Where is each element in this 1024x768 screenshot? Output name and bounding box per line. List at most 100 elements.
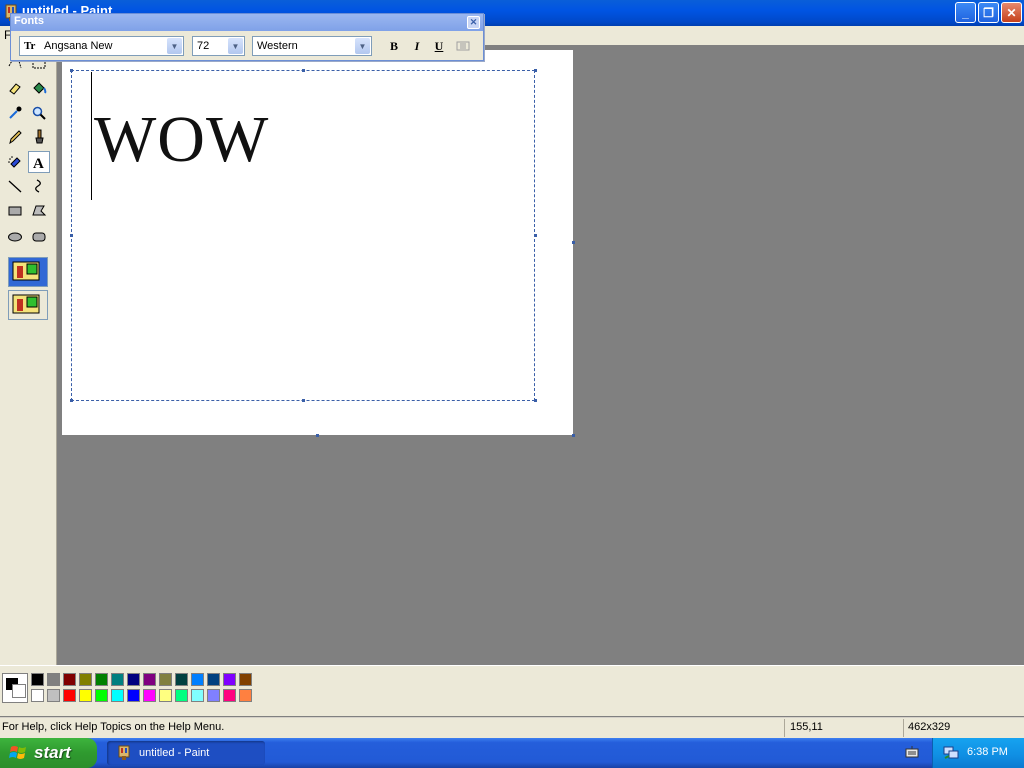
- palette-swatch[interactable]: [79, 689, 92, 702]
- vertical-text-button[interactable]: [454, 37, 472, 55]
- fonts-close-button[interactable]: ✕: [467, 16, 480, 29]
- taskbar-item-paint[interactable]: untitled - Paint: [107, 741, 265, 765]
- italic-button[interactable]: I: [408, 37, 426, 55]
- palette-swatch[interactable]: [31, 673, 44, 686]
- line-tool[interactable]: [4, 175, 26, 197]
- text-box-handle[interactable]: [70, 234, 73, 237]
- canvas-resize-handle-bottom[interactable]: [316, 434, 319, 437]
- keyboard-icon[interactable]: [905, 745, 919, 759]
- polygon-tool[interactable]: [28, 200, 50, 222]
- palette-swatch[interactable]: [143, 689, 156, 702]
- fill-icon: [33, 82, 47, 94]
- font-name-select[interactable]: Tr Angsana New ▼: [19, 36, 184, 56]
- palette-swatch[interactable]: [143, 673, 156, 686]
- fonts-toolbar-titlebar[interactable]: Fonts ✕: [11, 14, 483, 31]
- canvas-resize-handle-right[interactable]: [572, 241, 575, 244]
- picker-tool[interactable]: [4, 102, 26, 124]
- palette-swatch[interactable]: [127, 689, 140, 702]
- text-box-handle[interactable]: [534, 399, 537, 402]
- underline-button[interactable]: U: [430, 37, 448, 55]
- svg-text:A: A: [33, 156, 44, 170]
- windows-flag-icon: [9, 746, 26, 759]
- bold-button[interactable]: B: [385, 37, 403, 55]
- font-script-value: Western: [257, 40, 298, 52]
- palette-swatch[interactable]: [239, 673, 252, 686]
- palette-swatch[interactable]: [47, 673, 60, 686]
- taskbar-item-label: untitled - Paint: [139, 747, 210, 759]
- close-button[interactable]: ✕: [1001, 2, 1022, 23]
- text-box-handle[interactable]: [302, 69, 305, 72]
- palette-swatch[interactable]: [31, 689, 44, 702]
- close-icon: ✕: [469, 17, 478, 27]
- canvas-text: WOW: [94, 103, 270, 176]
- font-size-value: 72: [197, 40, 210, 52]
- palette-swatch[interactable]: [127, 673, 140, 686]
- brush-icon: [35, 129, 44, 144]
- network-icon[interactable]: [943, 746, 959, 760]
- palette-swatch[interactable]: [95, 673, 108, 686]
- chevron-down-icon[interactable]: ▼: [355, 38, 370, 54]
- pencil-icon: [9, 130, 22, 145]
- maximize-button[interactable]: ❐: [978, 2, 999, 23]
- text-box-handle[interactable]: [70, 399, 73, 402]
- eraser-tool[interactable]: [4, 77, 26, 99]
- text-box-handle[interactable]: [302, 399, 305, 402]
- palette-swatch[interactable]: [79, 673, 92, 686]
- font-script-select[interactable]: Western ▼: [252, 36, 372, 56]
- palette-swatch[interactable]: [159, 689, 172, 702]
- palette-swatch[interactable]: [159, 673, 172, 686]
- rectangle-tool[interactable]: [4, 200, 26, 222]
- transparent-option-icon: [12, 294, 40, 314]
- palette-swatch[interactable]: [191, 673, 204, 686]
- curve-tool[interactable]: [28, 175, 50, 197]
- status-divider: [784, 719, 785, 737]
- rounded-rect-tool[interactable]: [28, 226, 50, 248]
- palette-swatch[interactable]: [111, 673, 124, 686]
- palette-swatch[interactable]: [47, 689, 60, 702]
- clock[interactable]: 6:38 PM: [967, 746, 1008, 758]
- rectangle-icon: [8, 206, 22, 216]
- palette-swatch[interactable]: [175, 673, 188, 686]
- ellipse-tool[interactable]: [4, 226, 26, 248]
- eraser-icon: [9, 83, 21, 95]
- ellipse-icon: [8, 232, 22, 242]
- vertical-text-icon: [456, 41, 470, 51]
- palette-swatch[interactable]: [95, 689, 108, 702]
- close-icon: ✕: [1006, 5, 1017, 20]
- status-bar: For Help, click Help Topics on the Help …: [0, 717, 1024, 739]
- minimize-button[interactable]: _: [955, 2, 976, 23]
- brush-tool[interactable]: [28, 126, 50, 148]
- font-size-select[interactable]: 72 ▼: [192, 36, 245, 56]
- text-tool[interactable]: A: [28, 151, 50, 173]
- fill-tool[interactable]: [28, 77, 50, 99]
- text-box-handle[interactable]: [70, 69, 73, 72]
- palette-swatch[interactable]: [63, 689, 76, 702]
- status-help-text: For Help, click Help Topics on the Help …: [2, 721, 225, 733]
- system-tray: 6:38 PM: [932, 738, 1024, 768]
- curve-icon: [35, 179, 41, 193]
- start-button[interactable]: start: [0, 738, 97, 768]
- text-transparent-option[interactable]: [8, 290, 48, 320]
- text-box-handle[interactable]: [534, 234, 537, 237]
- palette-swatch[interactable]: [239, 689, 252, 702]
- text-box-handle[interactable]: [534, 69, 537, 72]
- line-icon: [8, 180, 22, 193]
- chevron-down-icon[interactable]: ▼: [228, 38, 243, 54]
- color-palette: [31, 673, 257, 705]
- palette-swatch[interactable]: [191, 689, 204, 702]
- text-icon: A: [33, 156, 44, 170]
- palette-swatch[interactable]: [223, 689, 236, 702]
- text-opaque-option[interactable]: [8, 257, 48, 287]
- airbrush-tool[interactable]: [4, 151, 26, 173]
- chevron-down-icon[interactable]: ▼: [167, 38, 182, 54]
- palette-swatch[interactable]: [111, 689, 124, 702]
- magnifier-tool[interactable]: [28, 102, 50, 124]
- canvas-resize-handle-corner[interactable]: [572, 434, 575, 437]
- font-name-value: Angsana New: [44, 40, 113, 52]
- palette-swatch[interactable]: [175, 689, 188, 702]
- palette-swatch[interactable]: [63, 673, 76, 686]
- palette-swatch[interactable]: [207, 689, 220, 702]
- pencil-tool[interactable]: [4, 126, 26, 148]
- palette-swatch[interactable]: [207, 673, 220, 686]
- palette-swatch[interactable]: [223, 673, 236, 686]
